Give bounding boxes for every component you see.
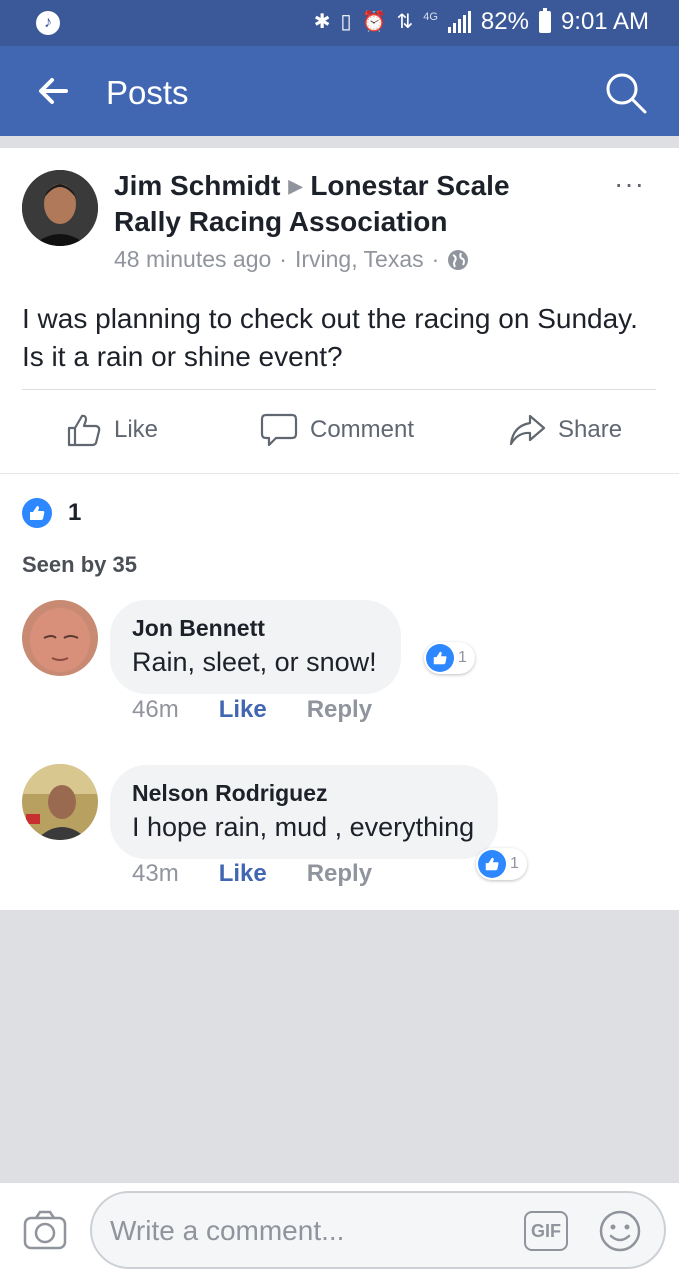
comment-text: I hope rain, mud , everything [132,812,475,842]
music-note-icon: ♪ [36,11,60,35]
share-icon [509,414,546,446]
commenter-avatar[interactable] [22,600,98,676]
post-time[interactable]: 48 minutes ago [114,246,271,273]
data-transfer-icon: ⇅ [396,11,414,33]
comment-bubble[interactable]: Jon Bennett Rain, sleet, or snow! [110,600,401,694]
more-options-icon[interactable]: ··· [614,170,645,198]
like-reaction-icon [22,498,52,528]
like-reaction-icon [478,850,506,878]
avatar-photo [22,764,98,840]
thumbs-up-icon [433,651,447,665]
reaction-summary[interactable]: 1 [22,498,81,528]
comment-bubble[interactable]: Nelson Rodriguez I hope rain, mud , ever… [110,765,499,859]
post-actions: Like Comment Share [0,398,679,468]
like-label: Like [114,416,159,443]
post-location[interactable]: Irving, Texas [295,246,424,273]
search-icon[interactable] [603,70,649,116]
seen-by[interactable]: Seen by 35 [22,552,137,578]
comment-reply-button[interactable]: Reply [307,860,372,888]
network-type: 4G [423,11,438,23]
share-button[interactable]: Share [508,412,622,448]
bluetooth-icon: ✱ [313,11,331,33]
comment-like-count: 1 [510,855,519,872]
app-bar: Posts [0,46,679,136]
post-meta: 48 minutes ago · Irving, Texas · [114,246,469,273]
comment-reaction[interactable]: 1 [424,642,475,674]
post-text: I was planning to check out the racing o… [22,303,638,372]
comment-input[interactable]: Write a comment... GIF [90,1191,666,1269]
commenter-avatar[interactable] [22,764,98,840]
commenter-name[interactable]: Jon Bennett [132,614,377,642]
page-title: Posts [106,74,189,111]
comment-placeholder: Write a comment... [110,1215,345,1246]
back-arrow-icon[interactable] [30,68,76,114]
comment-time: 43m [132,860,179,887]
like-reaction-icon [426,644,454,672]
thumbs-up-icon [485,857,499,871]
status-icons: ✱ ▯ ⏰ ⇅ 4G 82% 9:01 AM [314,8,649,36]
emoji-icon[interactable] [598,1209,642,1253]
thumbs-up-icon [67,414,101,447]
divider [22,389,656,390]
comment-button[interactable]: Comment [260,412,414,448]
comment-meta: 46m Like Reply [132,696,372,724]
like-button[interactable]: Like [66,412,158,448]
thumbs-up-icon [30,506,45,520]
commenter-name[interactable]: Nelson Rodriguez [132,779,474,807]
vibrate-icon: ▯ [340,11,352,33]
comment-reaction[interactable]: 1 [476,848,527,880]
author-avatar[interactable] [22,170,98,246]
comment-like-count: 1 [458,649,467,666]
avatar-photo [22,170,98,246]
arrow-right-icon: ▶ [288,176,303,196]
globe-icon [448,249,469,270]
comment-meta: 43m Like Reply [132,860,372,888]
comment-icon [260,413,298,447]
dot-separator: · [431,246,440,272]
reaction-count: 1 [68,499,82,526]
avatar-photo [22,600,98,676]
comment-reply-button[interactable]: Reply [307,696,372,724]
gif-button[interactable]: GIF [524,1211,568,1251]
comment-like-button[interactable]: Like [219,696,267,724]
comment-label: Comment [310,416,415,443]
post-card: Jim Schmidt ▶ Lonestar Scale Rally Racing … [0,148,679,910]
battery-icon [538,8,551,33]
share-label: Share [558,416,623,443]
divider [0,473,679,474]
post-author-line: Jim Schmidt ▶ Lonestar Scale Rally Racing … [114,168,584,240]
comment-like-button[interactable]: Like [219,860,267,888]
comment-text: Rain, sleet, or snow! [132,647,377,677]
battery-percent: 82% [480,8,529,35]
signal-icon [447,11,471,33]
comment-time: 46m [132,696,179,723]
dot-separator: · [279,246,287,272]
alarm-icon: ⏰ [361,11,387,33]
divider [0,136,679,148]
clock: 9:01 AM [560,8,649,35]
author-name[interactable]: Jim Schmidt [114,170,280,201]
status-bar: ♪ ✱ ▯ ⏰ ⇅ 4G 82% 9:01 AM [0,0,679,46]
camera-icon[interactable] [22,1207,68,1253]
comment-composer: Write a comment... GIF [0,1182,679,1278]
